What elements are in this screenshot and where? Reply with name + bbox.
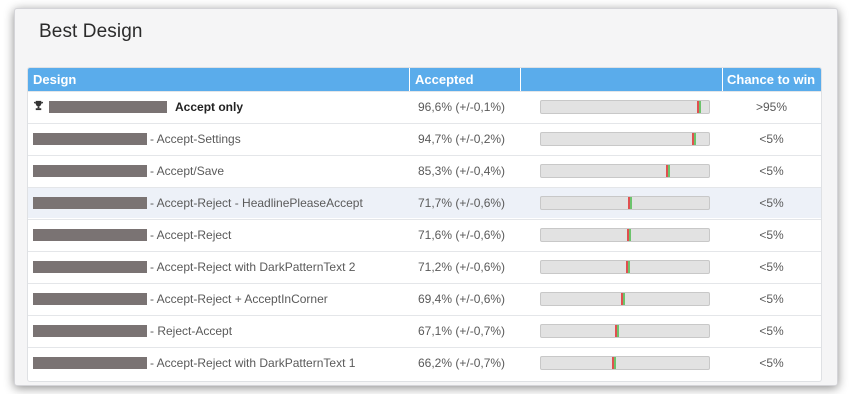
redacted-name-block	[33, 292, 147, 305]
design-name: Accept only	[175, 100, 244, 114]
design-cell: - Accept-Settings	[33, 124, 241, 155]
design-cell: - Reject-Accept	[33, 316, 232, 347]
design-cell: - Accept-Reject with DarkPatternText 1	[33, 348, 355, 379]
panel-title: Best Design	[39, 21, 143, 42]
column-header-design[interactable]: Design	[28, 68, 409, 91]
accepted-value: 66,2% (+/-0,7%)	[418, 356, 506, 370]
accepted-value: 67,1% (+/-0,7%)	[418, 324, 506, 338]
design-name: - Accept-Reject with DarkPatternText 2	[150, 260, 356, 274]
design-name: - Accept/Save	[150, 164, 225, 178]
confidence-bar	[540, 164, 710, 178]
confidence-bar	[540, 292, 710, 306]
chance-to-win-value: <5%	[759, 356, 784, 370]
table-row[interactable]: - Accept-Settings 94,7% (+/-0,2%) <5%	[28, 123, 821, 154]
bar-marker-green	[630, 197, 632, 209]
design-cell: - Accept-Reject with DarkPatternText 2	[33, 252, 355, 283]
bar-marker-green	[699, 101, 701, 113]
best-design-panel: Best Design Design Accepted Chance to wi…	[14, 8, 838, 386]
confidence-bar	[540, 228, 710, 242]
chance-to-win-value: <5%	[759, 292, 784, 306]
redacted-name-block	[33, 196, 147, 209]
accepted-value: 71,6% (+/-0,6%)	[418, 228, 506, 242]
accepted-value: 94,7% (+/-0,2%)	[418, 132, 506, 146]
bar-marker-green	[668, 165, 670, 177]
design-cell: - Accept/Save	[33, 156, 224, 187]
design-name: - Reject-Accept	[150, 324, 233, 338]
redacted-name-block	[33, 164, 147, 177]
accepted-value: 71,7% (+/-0,6%)	[418, 196, 506, 210]
design-cell: - Accept-Reject	[33, 220, 231, 251]
table-row[interactable]: - Accept-Reject with DarkPatternText 1 66…	[28, 347, 821, 378]
column-header-accepted[interactable]: Accepted	[409, 68, 520, 91]
bar-marker-green	[694, 133, 696, 145]
table-header: Design Accepted Chance to win	[28, 68, 821, 91]
design-cell: Accept only	[33, 92, 243, 123]
bar-marker-green	[617, 325, 619, 337]
table-row[interactable]: - Accept-Reject with DarkPatternText 2 71…	[28, 251, 821, 282]
confidence-bar	[540, 356, 710, 370]
accepted-value: 85,3% (+/-0,4%)	[418, 164, 506, 178]
column-header-chance[interactable]: Chance to win	[722, 68, 821, 91]
redacted-name-block	[33, 260, 147, 273]
chance-to-win-value: <5%	[759, 196, 784, 210]
bar-marker-green	[628, 261, 630, 273]
redacted-name-block	[33, 132, 147, 145]
table-row[interactable]: - Accept-Reject + AcceptInCorner 69,4% (+…	[28, 283, 821, 314]
confidence-bar	[540, 196, 710, 210]
chance-to-win-value: <5%	[759, 132, 784, 146]
design-cell: - Accept-Reject + AcceptInCorner	[33, 284, 328, 315]
design-name: - Accept-Reject with DarkPatternText 1	[150, 356, 356, 370]
design-cell: - Accept-Reject - HeadlinePleaseAccept	[33, 188, 363, 219]
table-row[interactable]: - Reject-Accept 67,1% (+/-0,7%) <5%	[28, 315, 821, 346]
redacted-name-block	[33, 228, 147, 241]
redacted-name-block	[33, 356, 147, 369]
confidence-bar	[540, 324, 710, 338]
bar-marker-green	[629, 229, 631, 241]
redacted-name-block	[49, 100, 167, 113]
confidence-bar	[540, 260, 710, 274]
confidence-bar	[540, 132, 710, 146]
bar-marker-green	[623, 293, 625, 305]
accepted-value: 96,6% (+/-0,1%)	[418, 100, 506, 114]
chance-to-win-value: >95%	[755, 100, 788, 114]
design-name: - Accept-Reject - HeadlinePleaseAccept	[150, 196, 363, 210]
chance-to-win-value: <5%	[759, 164, 784, 178]
chance-to-win-value: <5%	[759, 324, 784, 338]
design-name: - Accept-Settings	[150, 132, 241, 146]
accepted-value: 69,4% (+/-0,6%)	[418, 292, 506, 306]
column-header-bar	[520, 68, 722, 91]
bar-marker-green	[614, 357, 616, 369]
redacted-name-block	[33, 324, 147, 337]
design-name: - Accept-Reject + AcceptInCorner	[150, 292, 328, 306]
table-row[interactable]: - Accept-Reject 71,6% (+/-0,6%) <5%	[28, 219, 821, 250]
results-table: Design Accepted Chance to win Accept onl…	[27, 67, 822, 382]
chance-to-win-value: <5%	[759, 260, 784, 274]
trophy-icon	[33, 92, 47, 122]
table-row[interactable]: - Accept-Reject - HeadlinePleaseAccept 71…	[28, 187, 821, 218]
chance-to-win-value: <5%	[759, 228, 784, 242]
accepted-value: 71,2% (+/-0,6%)	[418, 260, 506, 274]
table-row[interactable]: - Accept/Save 85,3% (+/-0,4%) <5%	[28, 155, 821, 186]
table-row[interactable]: Accept only 96,6% (+/-0,1%) >95%	[28, 91, 821, 122]
design-name: - Accept-Reject	[150, 228, 232, 242]
confidence-bar	[540, 100, 710, 114]
